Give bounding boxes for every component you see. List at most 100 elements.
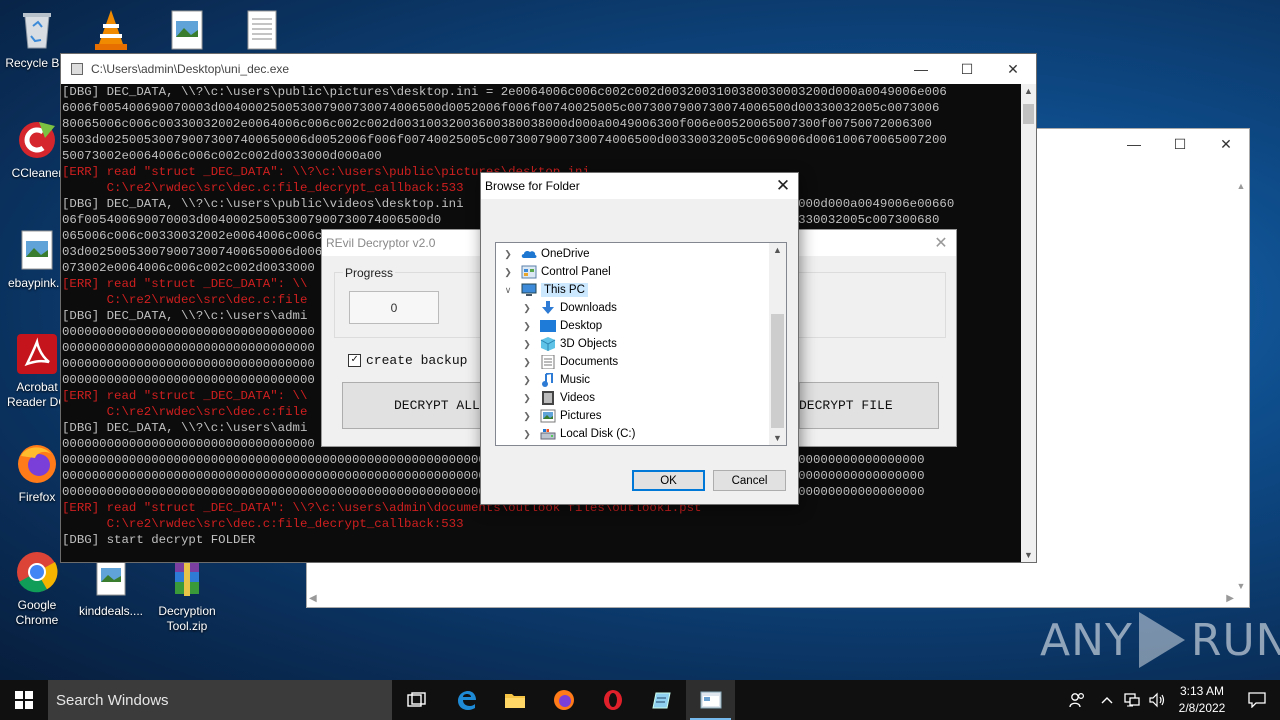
task-view-button[interactable] [392,680,441,720]
chevron-right-icon[interactable]: ❯ [521,375,533,386]
watermark-right: RUN [1190,614,1280,666]
tree-item-label: 3D Objects [560,338,617,350]
recycle-bin-icon [15,8,59,52]
tree-item-label: Videos [560,392,595,404]
tree-item[interactable]: ❯ Music [521,371,590,389]
scroll-up-icon[interactable]: ▲ [769,245,786,255]
maximize-icon[interactable]: ☐ [944,61,990,78]
close-icon[interactable]: ✕ [768,176,798,196]
chevron-right-icon[interactable]: ❯ [521,303,533,314]
local-disk-icon [540,427,556,441]
taskbar-clock[interactable]: 3:13 AM 2/8/2022 [1170,683,1234,717]
tree-item-label: Desktop [560,320,603,332]
onedrive-icon [521,247,537,261]
tree-item[interactable]: ❯ Documents [521,353,618,371]
music-icon [540,371,556,387]
desktop-icon-decryption-tool[interactable]: Decryption Tool.zip [150,556,224,634]
console-taskbar-button[interactable] [686,680,735,720]
decrypt-file-button[interactable]: DECRYPT FILE [799,382,939,429]
scroll-down-icon[interactable]: ▼ [1021,550,1036,560]
this-pc-icon [521,283,537,297]
desktop-folder-icon [540,319,556,333]
chevron-up-icon [1101,697,1113,704]
tree-item[interactable]: ❯ 3D Objects [521,335,617,353]
ccleaner-icon [15,118,59,162]
chevron-right-icon[interactable]: ❯ [521,321,533,332]
taskbar-search[interactable]: Search Windows [48,680,392,720]
chevron-right-icon[interactable]: ❯ [521,411,533,422]
folder-tree[interactable]: ❯ OneDrive ❯ Control Panel ∨ This PC ❯ Download… [495,242,787,446]
tree-item[interactable]: ❯ Videos [521,389,595,407]
tree-item[interactable]: ❯ Downloads [521,299,617,317]
acrobat-icon [15,332,59,376]
scrollbar-thumb[interactable] [771,314,784,428]
scroll-down-icon[interactable]: ▼ [769,433,786,443]
firefox-icon [15,442,59,486]
image-file-icon[interactable] [150,8,224,56]
picture-file-icon [15,228,59,272]
vlc-icon[interactable] [74,8,148,56]
ok-button[interactable]: OK [632,470,705,491]
tree-item[interactable]: ❯ Pictures [521,407,602,425]
scroll-down-icon[interactable]: ▼ [1235,581,1247,591]
chevron-down-icon[interactable]: ∨ [502,285,514,296]
volume-button[interactable] [1144,680,1170,720]
console-line: 6006f005400690070003d0040002500530079007… [62,101,940,115]
chevron-right-icon[interactable]: ❯ [521,393,533,404]
tree-item[interactable]: ∨ This PC [502,281,588,299]
tree-item-label: Control Panel [541,266,611,278]
scrollbar-thumb[interactable] [1023,104,1034,124]
close-icon[interactable]: ✕ [926,233,956,253]
people-button[interactable] [1060,680,1094,720]
checkmark-icon[interactable]: ✓ [348,354,361,367]
scroll-up-icon[interactable]: ▲ [1021,86,1036,96]
cancel-button[interactable]: Cancel [713,470,786,491]
tree-item[interactable]: ❯ Desktop [521,317,602,335]
chevron-right-icon[interactable]: ❯ [502,267,514,278]
file-explorer-taskbar-button[interactable] [490,680,539,720]
tree-item[interactable]: ❯ OneDrive [502,245,590,263]
desktop-icon-kinddeals[interactable]: kinddeals.... [74,556,148,619]
notepad-taskbar-button[interactable] [637,680,686,720]
tree-item[interactable]: ❯ Local Disk (C:) [521,425,635,443]
action-center-button[interactable] [1234,680,1280,720]
minimize-icon[interactable]: — [1111,136,1157,152]
close-icon[interactable]: ✕ [1203,136,1249,153]
search-placeholder: Search Windows [56,691,169,709]
scroll-right-icon[interactable]: ▶ [1226,593,1234,604]
chevron-right-icon[interactable]: ❯ [521,429,533,440]
chevron-right-icon[interactable]: ❯ [521,339,533,350]
tree-item-label: OneDrive [541,248,590,260]
horizontal-scrollbar[interactable]: ◀ ▶ [309,593,1234,605]
create-backup-checkbox[interactable]: ✓ create backup [348,353,467,368]
vertical-scrollbar[interactable]: ▲ ▼ [1235,181,1247,591]
clock-time: 3:13 AM [1179,684,1225,698]
minimize-icon[interactable]: — [898,61,944,77]
console-line: [DBG] start decrypt FOLDER [62,533,256,547]
start-button[interactable] [0,680,48,720]
close-icon[interactable]: ✕ [990,61,1036,78]
network-button[interactable] [1120,680,1144,720]
chevron-right-icon[interactable]: ❯ [502,249,514,260]
decrypt-all-button[interactable]: DECRYPT ALL [342,382,502,429]
show-hidden-icons-button[interactable] [1094,680,1120,720]
scroll-up-icon[interactable]: ▲ [1235,181,1247,191]
text-file-icon[interactable] [225,8,299,56]
console-scrollbar[interactable]: ▲ ▼ [1021,84,1036,562]
chevron-right-icon[interactable]: ❯ [521,357,533,368]
pictures-icon [540,409,556,423]
anyrun-watermark: ANY RUN [1040,612,1280,668]
picture-file-icon [165,8,209,52]
tree-item[interactable]: ❯ Control Panel [502,263,611,281]
scroll-left-icon[interactable]: ◀ [309,593,317,604]
tree-item-label: Documents [560,356,619,368]
tree-scrollbar[interactable]: ▲ ▼ [769,243,786,445]
taskbar: Search Windows 3:13 AM 2/8/2022 [0,680,1280,720]
maximize-icon[interactable]: ☐ [1157,136,1203,153]
firefox-taskbar-button[interactable] [539,680,588,720]
edge-taskbar-button[interactable] [441,680,490,720]
opera-taskbar-button[interactable] [588,680,637,720]
control-panel-icon [521,265,537,279]
browse-for-folder-dialog[interactable]: Browse for Folder ✕ ❯ OneDrive ❯ Control Pa… [480,172,799,505]
folder-icon [504,694,525,708]
